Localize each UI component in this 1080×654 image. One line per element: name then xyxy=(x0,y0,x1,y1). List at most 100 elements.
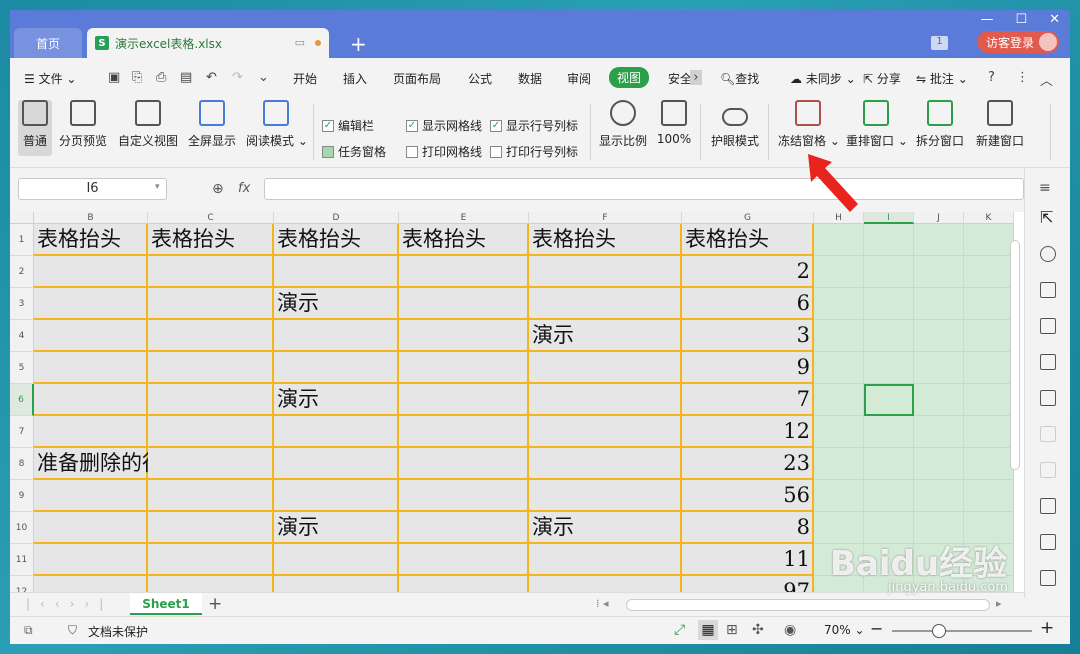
table-cell[interactable] xyxy=(148,256,274,288)
tab-home[interactable]: 首页 xyxy=(14,28,82,58)
empty-cell[interactable] xyxy=(964,288,1014,320)
empty-cell[interactable] xyxy=(914,352,964,384)
table-cell[interactable] xyxy=(34,256,148,288)
edit-bar-checkbox[interactable]: ✓ 编辑栏 xyxy=(322,117,374,134)
table-cell[interactable] xyxy=(148,352,274,384)
empty-cell[interactable] xyxy=(814,480,864,512)
custom-view-button[interactable]: 自定义视图 xyxy=(117,100,179,149)
table-cell[interactable] xyxy=(274,576,399,592)
horizontal-scrollbar[interactable] xyxy=(626,599,990,611)
table-cell[interactable] xyxy=(148,416,274,448)
row-header[interactable]: 1 xyxy=(10,224,34,256)
menu-review[interactable]: 审阅 xyxy=(567,70,591,87)
column-header[interactable]: F xyxy=(529,212,682,224)
table-cell[interactable] xyxy=(148,320,274,352)
table-cell[interactable] xyxy=(148,512,274,544)
menu-security[interactable]: 安全 xyxy=(668,70,692,87)
show-headings-checkbox[interactable]: ✓ 显示行号列标 xyxy=(490,117,578,134)
table-cell[interactable] xyxy=(274,320,399,352)
table-cell[interactable] xyxy=(274,352,399,384)
name-box[interactable]: I6 xyxy=(18,178,167,200)
spreadsheet-grid[interactable]: B C D E F G H I J K 1 2 3 4 5 6 7 8 9 10 11 12 表格抬头 表格抬头 表格抬头 表格抬… xyxy=(10,212,1024,592)
apps-grid-icon[interactable] xyxy=(1040,354,1056,370)
zoom-out-button[interactable]: − xyxy=(870,619,883,638)
row-header[interactable]: 2 xyxy=(10,256,34,288)
table-cell[interactable]: 3 xyxy=(682,320,814,352)
table-cell[interactable] xyxy=(399,384,529,416)
empty-cell[interactable] xyxy=(814,256,864,288)
table-cell[interactable] xyxy=(34,544,148,576)
chevron-down-icon[interactable]: ▾ xyxy=(155,182,160,192)
eye-mode-button[interactable]: 护眼模式 xyxy=(709,100,761,149)
share-button[interactable]: ⇱ 分享 xyxy=(863,70,901,87)
empty-cell[interactable] xyxy=(964,224,1014,256)
collapse-ribbon-icon[interactable]: ︿ xyxy=(1040,70,1053,89)
empty-cell[interactable] xyxy=(814,448,864,480)
table-cell[interactable]: 2 xyxy=(682,256,814,288)
column-header[interactable]: D xyxy=(274,212,399,224)
table-cell[interactable] xyxy=(529,448,682,480)
table-cell[interactable]: 表格抬头 xyxy=(682,224,814,256)
table-cell[interactable] xyxy=(529,256,682,288)
sheet-nav-arrows-icon[interactable]: |‹‹››| xyxy=(26,597,113,611)
table-cell[interactable] xyxy=(399,544,529,576)
table-cell[interactable] xyxy=(34,576,148,592)
column-header[interactable]: B xyxy=(34,212,148,224)
table-cell[interactable]: 表格抬头 xyxy=(399,224,529,256)
column-header[interactable]: I xyxy=(864,212,914,224)
zoom-level[interactable]: 70% ⌄ xyxy=(824,623,865,637)
table-cell[interactable] xyxy=(529,384,682,416)
zoom-search-icon[interactable]: ⊕ xyxy=(212,181,224,197)
normal-view-status-icon[interactable]: ▦ xyxy=(698,620,718,640)
zoom-100-button[interactable]: 100% xyxy=(656,100,692,146)
column-header[interactable]: C xyxy=(148,212,274,224)
vertical-scrollbar[interactable] xyxy=(1010,240,1020,470)
task-pane-checkbox[interactable]: 任务窗格 xyxy=(322,143,386,160)
guest-login-button[interactable]: 访客登录 xyxy=(977,31,1059,53)
row-header[interactable]: 5 xyxy=(10,352,34,384)
table-cell[interactable]: 演示 xyxy=(529,512,682,544)
page-preview-button[interactable]: 分页预览 xyxy=(58,100,108,149)
empty-cell[interactable] xyxy=(814,288,864,320)
table-cell[interactable]: 6 xyxy=(682,288,814,320)
splitter-icon[interactable]: ⁞ ◂ xyxy=(596,597,609,610)
empty-cell[interactable] xyxy=(814,416,864,448)
reading-status-icon[interactable]: ✣ xyxy=(752,622,764,638)
annotate-button[interactable]: ⇋ 批注 ⌄ xyxy=(916,70,968,87)
table-cell[interactable]: 9 xyxy=(682,352,814,384)
rearrange-windows-button[interactable]: 重排窗口 ⌄ xyxy=(846,100,908,149)
table-cell[interactable]: 准备删除的行 xyxy=(34,448,163,480)
empty-cell[interactable] xyxy=(864,416,914,448)
table-cell[interactable] xyxy=(274,416,399,448)
maximize-icon[interactable]: ☐ xyxy=(1015,12,1027,27)
menu-formula[interactable]: 公式 xyxy=(468,70,492,87)
macro-icon[interactable]: ⧉ xyxy=(24,623,33,638)
table-cell[interactable] xyxy=(34,320,148,352)
cursor-icon[interactable]: ⇱ xyxy=(1040,210,1056,226)
empty-cell[interactable] xyxy=(864,352,914,384)
undo-icon[interactable]: ↶ xyxy=(206,70,217,85)
chart-icon[interactable] xyxy=(1040,390,1056,406)
zoom-in-button[interactable]: + xyxy=(1040,618,1054,638)
new-tab-button[interactable]: + xyxy=(350,32,367,56)
table-cell[interactable]: 演示 xyxy=(529,320,682,352)
table-cell[interactable]: 56 xyxy=(682,480,814,512)
reading-mode-button[interactable]: 阅读模式 ⌄ xyxy=(246,100,308,149)
archive-icon[interactable] xyxy=(1040,570,1056,586)
table-cell[interactable]: 演示 xyxy=(274,512,399,544)
export-icon[interactable]: ⎘ xyxy=(132,70,142,85)
table-cell[interactable] xyxy=(399,320,529,352)
table-cell[interactable] xyxy=(529,480,682,512)
table-cell[interactable] xyxy=(274,544,399,576)
empty-cell[interactable] xyxy=(964,352,1014,384)
table-cell[interactable]: 8 xyxy=(682,512,814,544)
table-cell[interactable] xyxy=(274,448,399,480)
table-cell[interactable] xyxy=(148,288,274,320)
table-cell[interactable]: 演示 xyxy=(274,288,399,320)
table-cell[interactable] xyxy=(34,512,148,544)
empty-cell[interactable] xyxy=(814,320,864,352)
row-header[interactable]: 9 xyxy=(10,480,34,512)
menu-page-layout[interactable]: 页面布局 xyxy=(393,70,441,87)
zoom-ratio-button[interactable]: 显示比例 xyxy=(598,100,648,149)
menu-insert[interactable]: 插入 xyxy=(343,70,367,87)
